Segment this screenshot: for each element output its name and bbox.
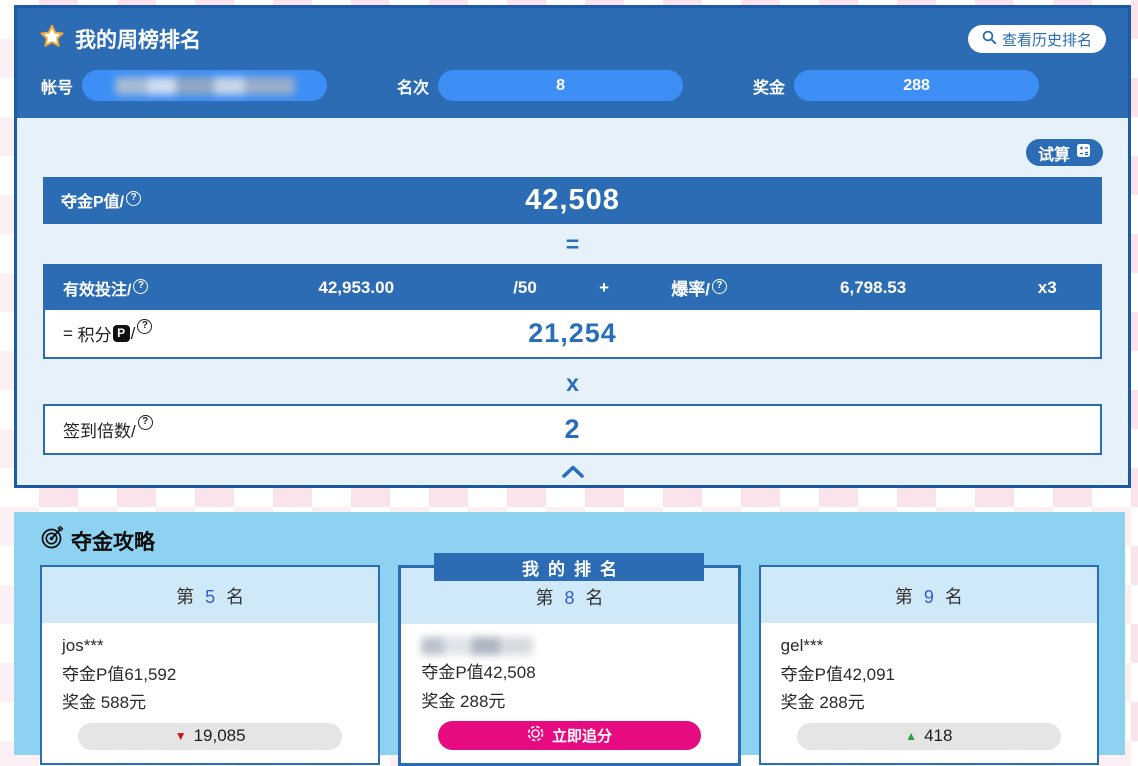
delta-value: 19,085 [194, 726, 246, 746]
rank-card-5: 第5名 jos*** 夺金P值61,592 奖金 588元 ▼ 19,085 [40, 565, 380, 765]
rank-label: 名次 [397, 74, 429, 98]
rank-card-8-my-rank: 我的排名 第8名 夺金P值42,508 奖金 288元 立即追分 [398, 565, 740, 766]
formula-bar: 有效投注/? 42,953.00 /50 + 爆率/? 6,798.53 x3 [45, 266, 1100, 310]
strategy-title-text: 夺金攻略 [71, 526, 155, 556]
account-group: 帐号 [41, 70, 327, 101]
prize-value-pill: 288 [794, 70, 1039, 101]
search-icon [982, 30, 997, 49]
delta-pill: ▼ 19,085 [78, 723, 342, 750]
rank-number: 9 [924, 587, 934, 607]
formula-block: 有效投注/? 42,953.00 /50 + 爆率/? 6,798.53 x3 … [43, 264, 1102, 359]
trial-button-label: 试算 [1038, 141, 1070, 165]
delta-value: 418 [924, 726, 952, 746]
formula-area: 试算 夺金P值/? 42,508 = 有效投注/? 42,953.00 [17, 118, 1128, 484]
page-title: 我的周榜排名 [39, 23, 201, 55]
card-prize: 奖金 588元 [62, 690, 358, 716]
help-icon[interactable]: ? [133, 279, 148, 294]
burst-multiplier: x3 [994, 278, 1100, 298]
collapse-chevron[interactable] [17, 464, 1128, 484]
prize-group: 奖金 288 [753, 70, 1039, 101]
signin-multiplier-row: 签到倍数/? 2 [45, 406, 1100, 453]
score-value: 21,254 [45, 318, 1100, 349]
prize-label: 奖金 [753, 74, 785, 98]
card-username: gel*** [781, 633, 1077, 659]
history-button-label: 查看历史排名 [1002, 29, 1092, 50]
signin-multiplier-value: 2 [45, 414, 1100, 445]
times-operator: x [17, 372, 1128, 395]
redacted-account-value [115, 77, 295, 95]
account-value-pill [82, 70, 327, 101]
plus-operator: + [562, 278, 646, 298]
score-row: = 积分P/? 21,254 [45, 310, 1100, 357]
equals-operator: = [17, 233, 1128, 256]
help-icon[interactable]: ? [138, 415, 153, 430]
score-label: = 积分P/? [63, 321, 152, 346]
rank-card-header: 第5名 [42, 567, 378, 623]
card-p-value: 夺金P值42,091 [781, 662, 1077, 688]
rank-value-pill: 8 [438, 70, 683, 101]
calculator-icon [1076, 143, 1091, 163]
strategy-title: 夺金攻略 [40, 525, 1125, 556]
target-dart-icon [40, 525, 65, 556]
account-label: 帐号 [41, 74, 73, 98]
rank-number: 8 [564, 588, 574, 608]
signin-multiplier-label: 签到倍数/? [63, 417, 153, 442]
valid-bet-value: 42,953.00 [224, 278, 488, 298]
rank-group: 名次 8 [397, 70, 683, 101]
chip-icon [527, 725, 544, 746]
help-icon[interactable]: ? [712, 279, 727, 294]
page-title-text: 我的周榜排名 [75, 24, 201, 54]
card-prize: 奖金 288元 [781, 690, 1077, 716]
help-icon[interactable]: ? [137, 319, 152, 334]
delta-pill: ▲ 418 [797, 723, 1061, 750]
grab-gold-strategy-section: 夺金攻略 第5名 jos*** 夺金P值61,592 奖金 588元 ▼ 19,… [14, 512, 1125, 755]
view-history-ranking-button[interactable]: 查看历史排名 [968, 25, 1106, 53]
card-p-value: 夺金P值61,592 [62, 662, 358, 688]
grab-p-value-row: 夺金P值/? 42,508 [43, 177, 1102, 224]
signin-multiplier-block: 签到倍数/? 2 [43, 404, 1102, 455]
chevron-up-icon [561, 466, 585, 483]
burst-rate-value: 6,798.53 [752, 278, 995, 298]
card-p-value: 夺金P值42,508 [421, 660, 717, 686]
rank-card-9: 第9名 gel*** 夺金P值42,091 奖金 288元 ▲ 418 [759, 565, 1099, 765]
redacted-username [421, 637, 533, 655]
grab-p-value-label: 夺金P值/? [61, 188, 141, 213]
down-triangle-icon: ▼ [175, 730, 187, 742]
star-icon [39, 23, 65, 55]
chase-button-label: 立即追分 [552, 725, 612, 746]
chase-points-button[interactable]: 立即追分 [438, 721, 702, 750]
trial-calc-button[interactable]: 试算 [1026, 139, 1103, 166]
my-rank-tab: 我的排名 [434, 553, 704, 581]
p-badge-icon: P [113, 325, 130, 342]
help-icon[interactable]: ? [126, 191, 141, 206]
rank-number: 5 [205, 587, 215, 607]
weekly-ranking-header: 我的周榜排名 查看历史排名 帐号 名次 8 奖金 288 [17, 8, 1128, 118]
card-prize: 奖金 288元 [421, 689, 717, 715]
weekly-ranking-panel: 我的周榜排名 查看历史排名 帐号 名次 8 奖金 288 [14, 5, 1131, 488]
valid-bet-label: 有效投注/? [45, 276, 224, 301]
up-triangle-icon: ▲ [905, 730, 917, 742]
burst-rate-label: 爆率/? [646, 275, 752, 301]
card-username: jos*** [62, 633, 358, 659]
grab-p-value: 42,508 [43, 184, 1102, 217]
rank-card-header: 第9名 [761, 567, 1097, 623]
bet-divisor: /50 [488, 278, 562, 298]
